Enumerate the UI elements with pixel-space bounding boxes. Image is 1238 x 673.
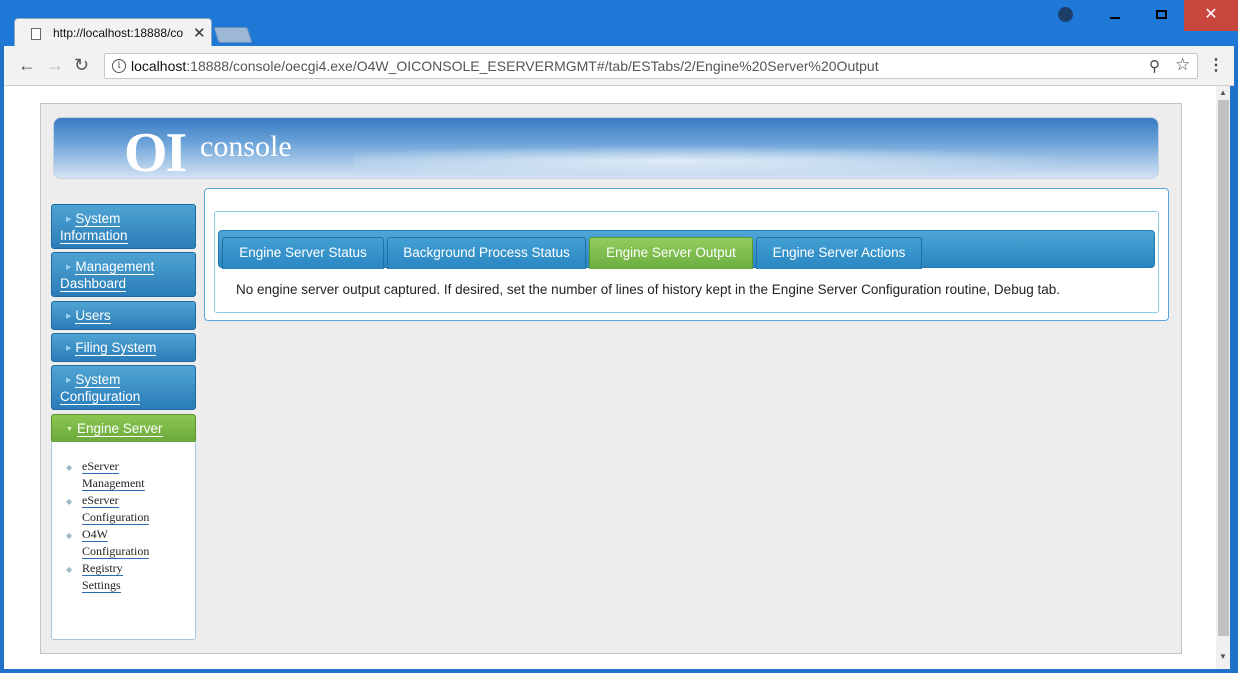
- page-scrollbar[interactable]: ▲ ▼: [1216, 86, 1230, 669]
- arrow-right-icon: ▶: [66, 264, 72, 271]
- sidebar-item-engine-server[interactable]: ▼ Engine Server: [51, 414, 196, 443]
- bullet-icon: ◆: [66, 531, 73, 540]
- arrow-right-icon: ▶: [66, 377, 72, 384]
- reload-icon[interactable]: ↻: [74, 55, 89, 76]
- browser-menu-icon[interactable]: ⋮: [1208, 55, 1224, 75]
- output-message: No engine server output captured. If des…: [236, 282, 1060, 297]
- tab-background-process-status[interactable]: Background Process Status: [387, 237, 586, 269]
- tab-engine-server-status[interactable]: Engine Server Status: [222, 237, 384, 269]
- arrow-right-icon: ▶: [66, 345, 72, 352]
- arrow-right-icon: ▶: [66, 216, 72, 223]
- new-tab-button[interactable]: [213, 27, 253, 43]
- back-icon[interactable]: ←: [18, 55, 36, 76]
- browser-toolbar: ← → ↻ i localhost:18888/console/oecgi4.e…: [4, 46, 1234, 86]
- account-icon[interactable]: [1058, 7, 1073, 22]
- page-viewport: OI console ▶ System Information ▶ Manageme…: [4, 86, 1216, 669]
- page-icon: [31, 28, 41, 40]
- scroll-down-icon[interactable]: ▼: [1219, 652, 1227, 661]
- maximize-button[interactable]: [1138, 0, 1184, 31]
- bullet-icon: ◆: [66, 463, 73, 472]
- close-tab-icon[interactable]: ✕: [193, 24, 206, 42]
- window-titlebar: http://localhost:18888/co ✕ ✕: [0, 0, 1238, 48]
- zoom-icon[interactable]: ⚲: [1149, 57, 1160, 75]
- arrow-right-icon: ▶: [66, 313, 72, 320]
- address-bar[interactable]: i localhost:18888/console/oecgi4.exe/O4W…: [104, 53, 1198, 79]
- tab-engine-server-actions[interactable]: Engine Server Actions: [756, 237, 922, 269]
- sidebar-item-management-dashboard[interactable]: ▶ Management Dashboard: [51, 252, 196, 297]
- sidebar-item-system-configuration[interactable]: ▶ System Configuration: [51, 365, 196, 410]
- arrow-down-icon: ▼: [66, 426, 73, 433]
- sidebar-item-filing-system[interactable]: ▶ Filing System: [51, 333, 196, 362]
- forward-icon[interactable]: →: [46, 55, 64, 76]
- browser-tab[interactable]: http://localhost:18888/co ✕: [14, 18, 212, 48]
- logo-oi: OI: [124, 122, 187, 179]
- scrollbar-thumb[interactable]: [1218, 100, 1229, 636]
- close-window-button[interactable]: ✕: [1184, 0, 1238, 31]
- bookmark-star-icon[interactable]: ☆: [1175, 55, 1190, 75]
- tab-bar: Engine Server Status Background Process …: [218, 230, 1155, 269]
- sidebar-item-users[interactable]: ▶ Users: [51, 301, 196, 330]
- logo-console: console: [200, 130, 292, 163]
- tab-engine-server-output[interactable]: Engine Server Output: [589, 237, 753, 269]
- url-text[interactable]: localhost:18888/console/oecgi4.exe/O4W_O…: [131, 58, 879, 74]
- tabs-container: Engine Server Status Background Process …: [214, 211, 1159, 313]
- bullet-icon: ◆: [66, 497, 73, 506]
- page-frame: OI console ▶ System Information ▶ Manageme…: [40, 103, 1182, 654]
- scroll-up-icon[interactable]: ▲: [1219, 88, 1227, 97]
- info-icon[interactable]: i: [112, 59, 126, 73]
- main-content: Engine Server Status Background Process …: [204, 188, 1169, 321]
- engine-server-submenu: ◆ eServer Management ◆ eServer Configurati…: [51, 442, 196, 640]
- bullet-icon: ◆: [66, 565, 73, 574]
- sidebar-item-system-information[interactable]: ▶ System Information: [51, 204, 196, 249]
- header-banner: OI console: [53, 117, 1159, 179]
- tab-title: http://localhost:18888/co: [53, 26, 184, 40]
- minimize-button[interactable]: [1092, 0, 1138, 31]
